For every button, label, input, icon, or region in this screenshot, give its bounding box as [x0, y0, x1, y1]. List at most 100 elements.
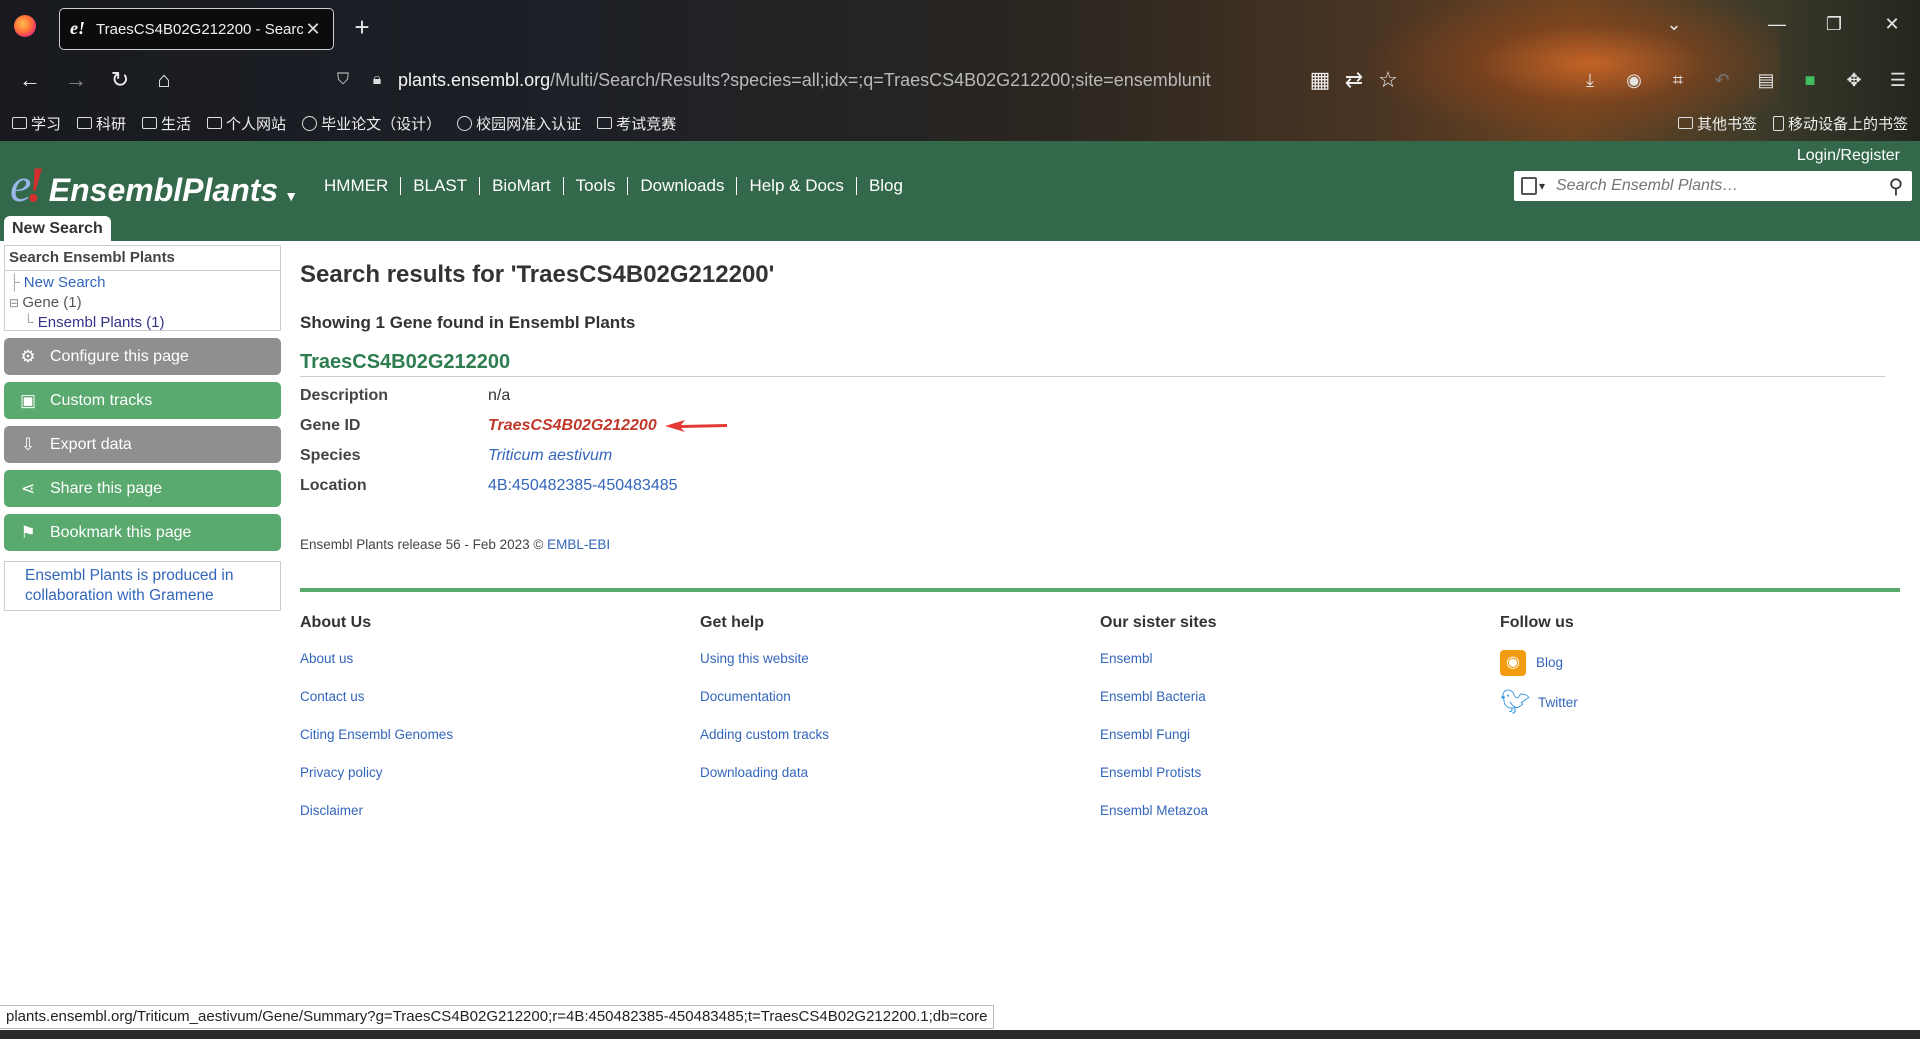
footer: About Us About us Contact us Citing Ense… [300, 614, 1910, 840]
search-input[interactable] [1552, 177, 1880, 195]
footer-link[interactable]: Citing Ensembl Genomes [300, 726, 700, 744]
bookmark-star-icon[interactable]: ☆ [1374, 66, 1402, 94]
release-text: Ensembl Plants release 56 - Feb 2023 © [300, 537, 548, 552]
back-icon[interactable]: ← [16, 66, 44, 94]
footer-link[interactable]: Adding custom tracks [700, 726, 1100, 744]
footer-blog-link[interactable]: ◉ Blog [1500, 650, 1900, 676]
extension-icon[interactable]: ◉ [1612, 66, 1656, 94]
address-bar[interactable]: ⛉ 🔒︎ plants.ensembl.org/Multi/Search/Res… [330, 62, 1430, 98]
custom-tracks-button[interactable]: ▣ Custom tracks [4, 382, 281, 419]
other-bookmarks[interactable]: 其他书签 [1677, 113, 1757, 134]
nav-blast[interactable]: BLAST [400, 177, 479, 195]
minimize-icon[interactable]: — [1765, 14, 1789, 35]
menu-icon[interactable]: ☰ [1876, 66, 1920, 94]
footer-link[interactable]: Ensembl Protists [1100, 764, 1500, 782]
search-icon[interactable]: ⚲ [1880, 174, 1912, 199]
tree-branch-icon: └ [23, 314, 38, 331]
share-icon: ⋖ [20, 478, 36, 498]
footer-link[interactable]: Disclaimer [300, 802, 700, 820]
restore-icon[interactable]: ❐ [1822, 14, 1846, 35]
footer-link-label: Blog [1536, 655, 1564, 670]
browser-chrome: e! TraesCS4B02G212200 - Search ✕ + ⌄ — ❐… [0, 0, 1920, 141]
login-register-link[interactable]: Login/Register [1797, 147, 1900, 165]
footer-heading: Our sister sites [1100, 614, 1217, 631]
nav-biomart[interactable]: BioMart [479, 177, 563, 195]
embl-ebi-link[interactable]: EMBL-EBI [547, 537, 610, 552]
gene-id-link[interactable]: TraesCS4B02G212200 [488, 417, 657, 434]
site-logo[interactable]: e! EnsemblPlants ▼ [10, 159, 298, 210]
green-extension-icon[interactable]: ■ [1788, 66, 1832, 94]
home-icon[interactable]: ⌂ [150, 66, 178, 94]
reload-icon[interactable]: ↻ [106, 66, 134, 94]
nav-blog[interactable]: Blog [855, 177, 915, 195]
new-tab-button[interactable]: + [350, 12, 374, 43]
share-page-button[interactable]: ⋖ Share this page [4, 470, 281, 507]
tree-new-search-link[interactable]: New Search [24, 274, 106, 291]
forward-icon[interactable]: → [62, 66, 90, 94]
footer-link[interactable]: Ensembl [1100, 650, 1500, 668]
species-link[interactable]: Triticum aestivum [488, 447, 612, 464]
downloads-icon[interactable]: ⤓ [1568, 66, 1612, 94]
search-tree: Search Ensembl Plants ├ New Search ⊟ Gen… [4, 245, 281, 331]
translate-icon[interactable]: ⇄ [1340, 66, 1368, 94]
globe-icon [457, 115, 473, 131]
species-dropdown-icon[interactable]: ▼ [284, 188, 298, 204]
footer-link[interactable]: Using this website [700, 650, 1100, 668]
tab-new-search[interactable]: New Search [4, 216, 111, 241]
species-scope-icon [1520, 177, 1537, 195]
undo-icon[interactable]: ↶ [1700, 66, 1744, 94]
extensions-icon[interactable]: ✥ [1832, 66, 1876, 94]
mobile-bookmarks[interactable]: 移动设备上的书签 [1772, 113, 1908, 134]
bookmark-link[interactable]: 校园网准入认证 [457, 113, 581, 134]
tab-list-chevron-icon[interactable]: ⌄ [1662, 14, 1686, 35]
collab-box: Ensembl Plants is produced in collaborat… [4, 561, 281, 611]
footer-link[interactable]: About us [300, 650, 700, 668]
tree-item: ⊟ Gene (1) [9, 293, 280, 313]
bookmark-folder[interactable]: 科研 [77, 113, 126, 134]
footer-twitter-link[interactable]: 🐦︎ Twitter [1500, 690, 1900, 716]
nav-tools[interactable]: Tools [562, 177, 628, 195]
url-text[interactable]: plants.ensembl.org/Multi/Search/Results?… [398, 70, 1211, 91]
logo-bang-icon: ! [25, 156, 45, 212]
footer-link[interactable]: Ensembl Fungi [1100, 726, 1500, 744]
close-tab-icon[interactable]: ✕ [303, 19, 323, 40]
footer-link[interactable]: Downloading data [700, 764, 1100, 782]
bookmark-folder[interactable]: 考试竞赛 [597, 113, 676, 134]
nav-downloads[interactable]: Downloads [627, 177, 736, 195]
footer-col-sister: Our sister sites Ensembl Ensembl Bacteri… [1100, 614, 1500, 840]
field-label: Description [300, 387, 389, 404]
gramene-collab-link[interactable]: Ensembl Plants is produced in collaborat… [25, 567, 234, 604]
export-data-button[interactable]: ⇩ Export data [4, 426, 281, 463]
tree-collapse-icon[interactable]: ⊟ [9, 296, 22, 310]
annotation-arrow-icon [664, 419, 727, 432]
bookmark-link[interactable]: 毕业论文（设计） [302, 113, 441, 134]
footer-link[interactable]: Contact us [300, 688, 700, 706]
rss-icon: ◉ [1500, 650, 1526, 676]
reader-icon[interactable]: ▤ [1744, 66, 1788, 94]
site-info-icon[interactable]: 🔒︎ [364, 71, 390, 89]
bookmark-folder[interactable]: 学习 [12, 113, 61, 134]
firefox-menu-icon[interactable] [14, 15, 36, 37]
browser-tab[interactable]: e! TraesCS4B02G212200 - Search ✕ [59, 8, 334, 50]
bookmark-page-button[interactable]: ⚑ Bookmark this page [4, 514, 281, 551]
bookmark-folder[interactable]: 个人网站 [207, 113, 286, 134]
close-window-icon[interactable]: ✕ [1880, 14, 1904, 35]
gear-icon: ⚙ [20, 346, 36, 366]
footer-link[interactable]: Ensembl Bacteria [1100, 688, 1500, 706]
tracking-shield-icon[interactable]: ⛉ [330, 71, 356, 89]
nav-help-docs[interactable]: Help & Docs [736, 177, 855, 195]
bookmark-folder[interactable]: 生活 [142, 113, 191, 134]
location-link[interactable]: 4B:450482385-450483485 [488, 477, 678, 494]
configure-page-button[interactable]: ⚙ Configure this page [4, 338, 281, 375]
bookmark-label: 科研 [96, 115, 127, 133]
qr-code-icon[interactable]: ▦ [1306, 66, 1334, 94]
tree-ensembl-plants-link[interactable]: Ensembl Plants (1) [38, 314, 165, 331]
footer-link[interactable]: Documentation [700, 688, 1100, 706]
nav-hmmer[interactable]: HMMER [312, 177, 400, 195]
site-header: e! EnsemblPlants ▼ HMMER BLAST BioMart T… [0, 141, 1920, 241]
search-scope-dropdown[interactable]: ▾ [1514, 171, 1552, 201]
link-status-tooltip: plants.ensembl.org/Triticum_aestivum/Gen… [0, 1005, 995, 1029]
footer-link[interactable]: Privacy policy [300, 764, 700, 782]
footer-link[interactable]: Ensembl Metazoa [1100, 802, 1500, 820]
screenshot-icon[interactable]: ⌗ [1656, 66, 1700, 94]
